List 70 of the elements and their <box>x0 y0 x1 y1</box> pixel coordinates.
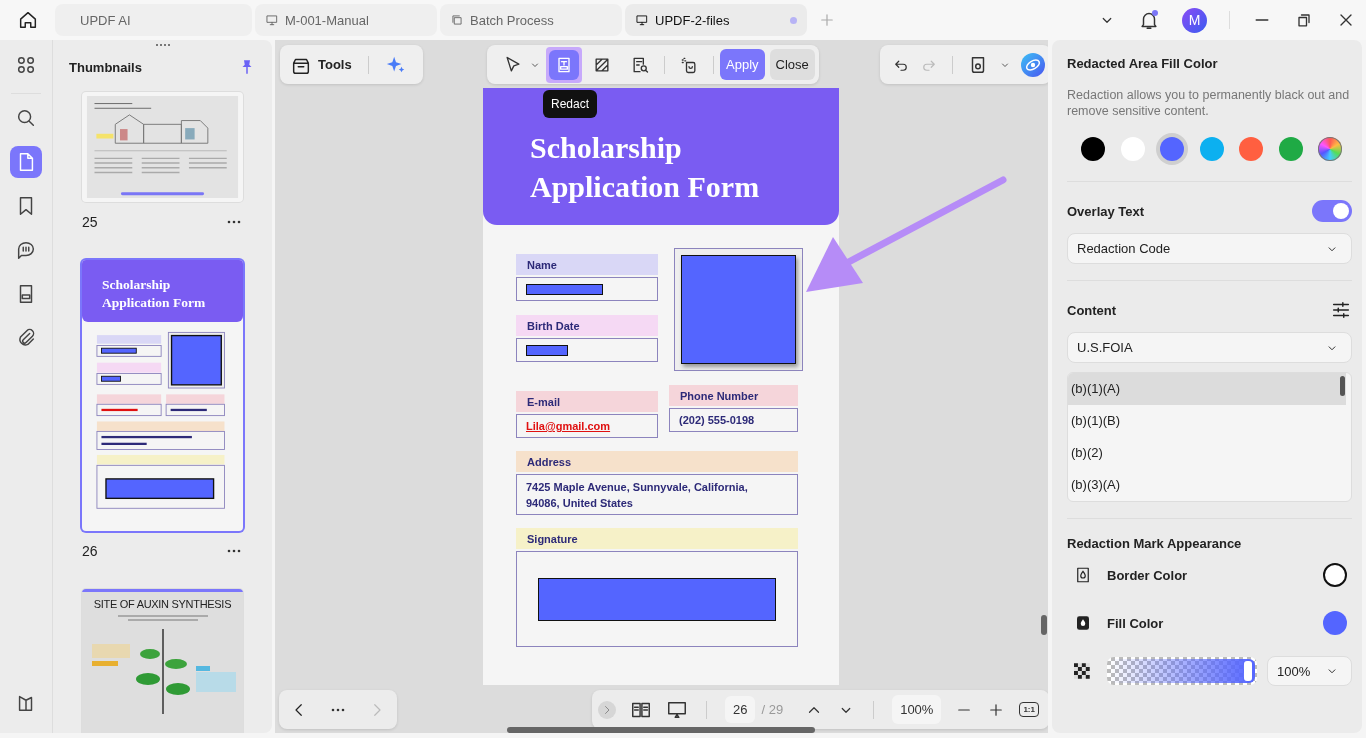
field-label: Phone Number <box>669 385 798 406</box>
panel-title: Thumbnails <box>69 59 142 75</box>
tab[interactable]: UPDF AI <box>55 4 252 36</box>
search-icon <box>15 107 37 129</box>
sidebar-item[interactable] <box>10 146 42 178</box>
dropdown[interactable]: U.S.FOIA <box>1067 332 1352 363</box>
more-icon[interactable] <box>227 220 241 224</box>
scrollbar[interactable] <box>1340 376 1345 396</box>
section-title: Redacted Area Fill Color <box>1067 56 1219 71</box>
actual-size-button[interactable]: 1:1 <box>1019 702 1039 717</box>
page-thumbnail[interactable]: SITE OF AUXIN SYNTHESIS <box>82 589 243 733</box>
checkerboard-icon <box>1074 663 1090 679</box>
form-title: Scholarship Application Form <box>530 130 761 205</box>
page-number: 26 <box>82 543 98 559</box>
setting-label: Border Color <box>1107 567 1189 583</box>
page-number: 25 <box>82 214 98 230</box>
list-item[interactable]: (b)(3)(A) <box>1068 469 1346 501</box>
apps-icon <box>15 54 37 76</box>
ai-assistant-icon[interactable] <box>1021 52 1045 77</box>
list-item[interactable]: (b)(1)(A) <box>1068 373 1346 405</box>
section-title: Overlay Text <box>1067 203 1145 219</box>
border-drop-icon <box>1074 566 1092 584</box>
copy-icon <box>450 13 464 27</box>
scrollbar[interactable] <box>1041 615 1047 635</box>
tab-label: Batch Process <box>470 12 555 28</box>
color-swatch[interactable] <box>1156 133 1188 165</box>
tools-button[interactable]: Tools <box>290 53 352 76</box>
toggle-switch[interactable] <box>1312 200 1352 222</box>
field-label: Signature <box>516 528 798 549</box>
apply-button[interactable]: Apply <box>720 49 765 80</box>
sliders-icon[interactable] <box>1330 299 1352 321</box>
field-label: Name <box>516 254 658 275</box>
setting-label: Fill Color <box>1107 615 1165 631</box>
close-button[interactable]: Close <box>769 49 815 80</box>
scrollbar[interactable] <box>507 727 815 733</box>
zoom-field[interactable]: 100% <box>892 695 942 724</box>
section-title: Content <box>1067 302 1117 318</box>
field-label: Birth Date <box>516 315 658 336</box>
field-label: E-mail <box>516 391 658 412</box>
list-item[interactable]: (b)(1)(B) <box>1068 405 1346 437</box>
form-title: Scholarship Application Form <box>102 276 207 312</box>
comment-icon <box>15 239 37 261</box>
list-item[interactable]: (b)(2) <box>1068 437 1346 469</box>
description: Redaction allows you to permanently black out and remove sensitive content. <box>1067 87 1351 119</box>
more-icon[interactable] <box>331 707 345 712</box>
page-number-field[interactable]: 26 <box>725 696 756 723</box>
tab[interactable]: Batch Process <box>440 4 622 36</box>
dropdown[interactable]: 100% <box>1267 656 1352 686</box>
color-swatch[interactable] <box>1323 563 1347 587</box>
page-thumbnail[interactable]: Scholarship Application Form <box>82 260 243 531</box>
tab-label: UPDF-2-files <box>655 12 731 28</box>
tooltip: Redact <box>543 90 598 118</box>
monitor-icon <box>635 13 649 27</box>
tab[interactable]: UPDF-2-files <box>625 4 807 36</box>
field-label: Address <box>516 451 798 472</box>
section-title: Redaction Mark Appearance <box>1067 536 1243 551</box>
monitor-icon <box>265 13 279 27</box>
fill-drop-icon <box>1074 614 1092 632</box>
tab[interactable]: M-001-Manual <box>255 4 437 36</box>
redaction-box <box>526 344 568 356</box>
dropdown[interactable]: Redaction Code <box>1067 233 1352 264</box>
color-swatch[interactable] <box>1323 611 1347 635</box>
page-count: / 29 <box>761 702 784 717</box>
form-field: 7425 Maple Avenue, Sunnyvale, California, 94086, United States <box>516 474 798 515</box>
page-heading: SITE OF AUXIN SYNTHESIS <box>93 598 232 610</box>
tab-label: UPDF AI <box>80 12 132 28</box>
more-icon[interactable] <box>227 549 241 553</box>
tab-label: M-001-Manual <box>285 12 370 28</box>
form-field: (202) 555-0198 <box>669 408 798 432</box>
avatar[interactable]: M <box>1182 7 1207 33</box>
